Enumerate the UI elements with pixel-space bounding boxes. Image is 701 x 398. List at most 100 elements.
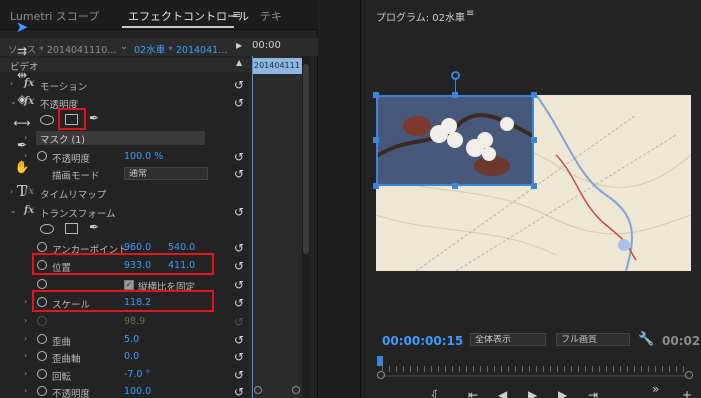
playback-resolution-select[interactable]: フル画質 bbox=[556, 333, 630, 346]
go-to-in-icon[interactable]: ⇤ bbox=[468, 388, 478, 398]
zoom-handle-right-icon[interactable] bbox=[292, 386, 300, 394]
slip-tool-icon[interactable]: ⟷ bbox=[13, 114, 31, 132]
stopwatch-icon[interactable] bbox=[37, 279, 47, 289]
fx-icon[interactable]: fx bbox=[24, 205, 34, 216]
pen-mask-icon[interactable]: ✒ bbox=[89, 220, 99, 234]
transform-handle[interactable] bbox=[531, 137, 537, 143]
transform-bounding-box[interactable] bbox=[376, 95, 534, 186]
scrollbar-thumb[interactable] bbox=[303, 64, 309, 254]
stopwatch-icon[interactable] bbox=[37, 369, 47, 379]
zoom-handle-left-icon[interactable] bbox=[254, 386, 262, 394]
highlight-scale bbox=[32, 290, 214, 312]
stopwatch-icon[interactable] bbox=[37, 242, 47, 252]
play-clip-icon[interactable]: ▶ bbox=[236, 41, 242, 50]
playhead-timecode[interactable]: 00:00:00:15 bbox=[382, 334, 463, 348]
transform-handle[interactable] bbox=[373, 137, 379, 143]
wrench-icon[interactable]: 🔧 bbox=[638, 332, 654, 347]
mask-row[interactable]: マスク (1) bbox=[36, 131, 205, 146]
transform-opacity-value[interactable]: 100.0 bbox=[124, 386, 151, 397]
razor-tool-icon[interactable]: ◈ bbox=[13, 90, 31, 108]
tab-text[interactable]: テキ bbox=[260, 8, 282, 24]
rotation-handle[interactable] bbox=[451, 71, 460, 80]
uniform-scale-checkbox[interactable]: ✓ bbox=[124, 280, 134, 290]
rotation-value[interactable]: -7.0 ° bbox=[124, 369, 150, 380]
reset-icon[interactable]: ↺ bbox=[234, 96, 244, 110]
transform-handle[interactable] bbox=[531, 92, 537, 98]
duration-timecode: 00:02 bbox=[662, 334, 701, 348]
stopwatch-icon[interactable] bbox=[37, 386, 47, 396]
track-select-tool-icon[interactable]: ⇉ bbox=[13, 42, 31, 60]
transform-handle[interactable] bbox=[452, 183, 458, 189]
type-tool-icon[interactable]: T bbox=[13, 182, 31, 200]
effect-playhead[interactable] bbox=[252, 56, 253, 398]
anchor-x-value[interactable]: 960.0 bbox=[124, 242, 151, 253]
rotation-label: 回転 bbox=[52, 372, 72, 383]
expand-chevron-icon[interactable]: › bbox=[24, 369, 27, 378]
opacity-value[interactable]: 100.0 % bbox=[124, 151, 163, 162]
reset-icon[interactable]: ↺ bbox=[234, 333, 244, 347]
reset-icon[interactable]: ↺ bbox=[234, 259, 244, 273]
hand-tool-icon[interactable]: ✋ bbox=[13, 158, 31, 176]
reset-icon[interactable]: ↺ bbox=[234, 78, 244, 92]
zoom-scroll-bar[interactable] bbox=[382, 375, 688, 377]
reset-icon[interactable]: ↺ bbox=[234, 278, 244, 292]
step-back-icon[interactable]: ◀ bbox=[498, 388, 507, 398]
skew-value[interactable]: 5.0 bbox=[124, 334, 139, 345]
pen-mask-icon[interactable]: ✒ bbox=[89, 111, 99, 125]
tab-effect-controls[interactable]: エフェクトコントロール bbox=[128, 8, 249, 24]
go-to-out-icon[interactable]: ⇥ bbox=[588, 388, 598, 398]
skew-axis-label: 歪曲軸 bbox=[52, 354, 81, 365]
transform-handle[interactable] bbox=[531, 183, 537, 189]
expand-chevron-icon[interactable]: › bbox=[24, 351, 27, 360]
stopwatch-icon[interactable] bbox=[37, 316, 47, 326]
zoom-handle-left-icon[interactable] bbox=[377, 371, 385, 379]
effect-row-motion[interactable]: › fx モーション ↺ bbox=[0, 77, 250, 93]
expand-chevron-icon[interactable]: › bbox=[24, 334, 27, 343]
mark-in-icon[interactable]: ⦃ bbox=[430, 388, 439, 398]
reset-icon[interactable]: ↺ bbox=[234, 150, 244, 164]
stopwatch-icon[interactable] bbox=[37, 334, 47, 344]
timeline-clip[interactable]: 201404111 bbox=[252, 58, 302, 74]
ellipse-mask-icon[interactable] bbox=[40, 115, 54, 125]
ripple-edit-tool-icon[interactable]: ⇹ bbox=[13, 66, 31, 84]
ellipse-mask-icon[interactable] bbox=[40, 224, 54, 234]
play-icon[interactable]: ▶ bbox=[528, 388, 537, 398]
transform-handle[interactable] bbox=[373, 183, 379, 189]
rectangle-mask-icon[interactable] bbox=[65, 223, 78, 234]
panel-menu-icon[interactable]: ≡ bbox=[232, 8, 241, 21]
collapse-up-icon[interactable]: ▲ bbox=[236, 58, 242, 67]
reset-icon[interactable]: ↺ bbox=[234, 296, 244, 310]
zoom-handle-right-icon[interactable] bbox=[685, 371, 693, 379]
reset-icon[interactable]: ↺ bbox=[234, 385, 244, 398]
blend-mode-select[interactable]: 通常 bbox=[124, 167, 208, 180]
more-buttons-icon[interactable]: » bbox=[652, 382, 659, 396]
panel-menu-icon[interactable]: ≡ bbox=[466, 8, 474, 19]
reset-icon[interactable]: ↺ bbox=[234, 241, 244, 255]
expand-chevron-icon[interactable]: › bbox=[24, 297, 27, 306]
time-ruler[interactable] bbox=[382, 366, 688, 372]
step-forward-icon[interactable]: ▶ bbox=[558, 388, 567, 398]
reset-icon[interactable]: ↺ bbox=[234, 350, 244, 364]
reset-icon[interactable]: ↺ bbox=[234, 167, 244, 181]
stopwatch-icon[interactable] bbox=[37, 151, 47, 161]
reset-icon[interactable]: ↺ bbox=[234, 205, 244, 219]
skew-axis-value[interactable]: 0.0 bbox=[124, 351, 139, 362]
chevron-down-icon[interactable]: ⌄ bbox=[120, 41, 128, 52]
transform-handle[interactable] bbox=[373, 92, 379, 98]
anchor-y-value[interactable]: 540.0 bbox=[168, 242, 195, 253]
effect-row-opacity[interactable]: ⌄ fx 不透明度 ↺ bbox=[0, 95, 250, 111]
add-button-icon[interactable]: + bbox=[682, 388, 692, 398]
reset-icon[interactable]: ↺ bbox=[234, 368, 244, 382]
stopwatch-icon[interactable] bbox=[37, 351, 47, 361]
collapse-chevron-icon[interactable]: ⌄ bbox=[10, 206, 17, 215]
selection-tool-icon[interactable]: ➤ bbox=[13, 18, 31, 36]
effect-timeline-area[interactable] bbox=[250, 56, 302, 398]
zoom-level-select[interactable]: 全体表示 bbox=[470, 333, 546, 346]
expand-chevron-icon[interactable]: › bbox=[24, 316, 27, 325]
pen-tool-icon[interactable]: ✒ bbox=[13, 136, 31, 154]
expand-chevron-icon[interactable]: › bbox=[24, 386, 27, 395]
effect-row-transform[interactable]: ⌄ fx トランスフォーム ↺ bbox=[0, 204, 250, 220]
effect-row-time-remap[interactable]: › fx タイムリマップ bbox=[0, 185, 250, 201]
playhead-marker[interactable] bbox=[377, 356, 383, 366]
sequence-clip-label[interactable]: 02水車 * 2014041... bbox=[134, 42, 227, 56]
